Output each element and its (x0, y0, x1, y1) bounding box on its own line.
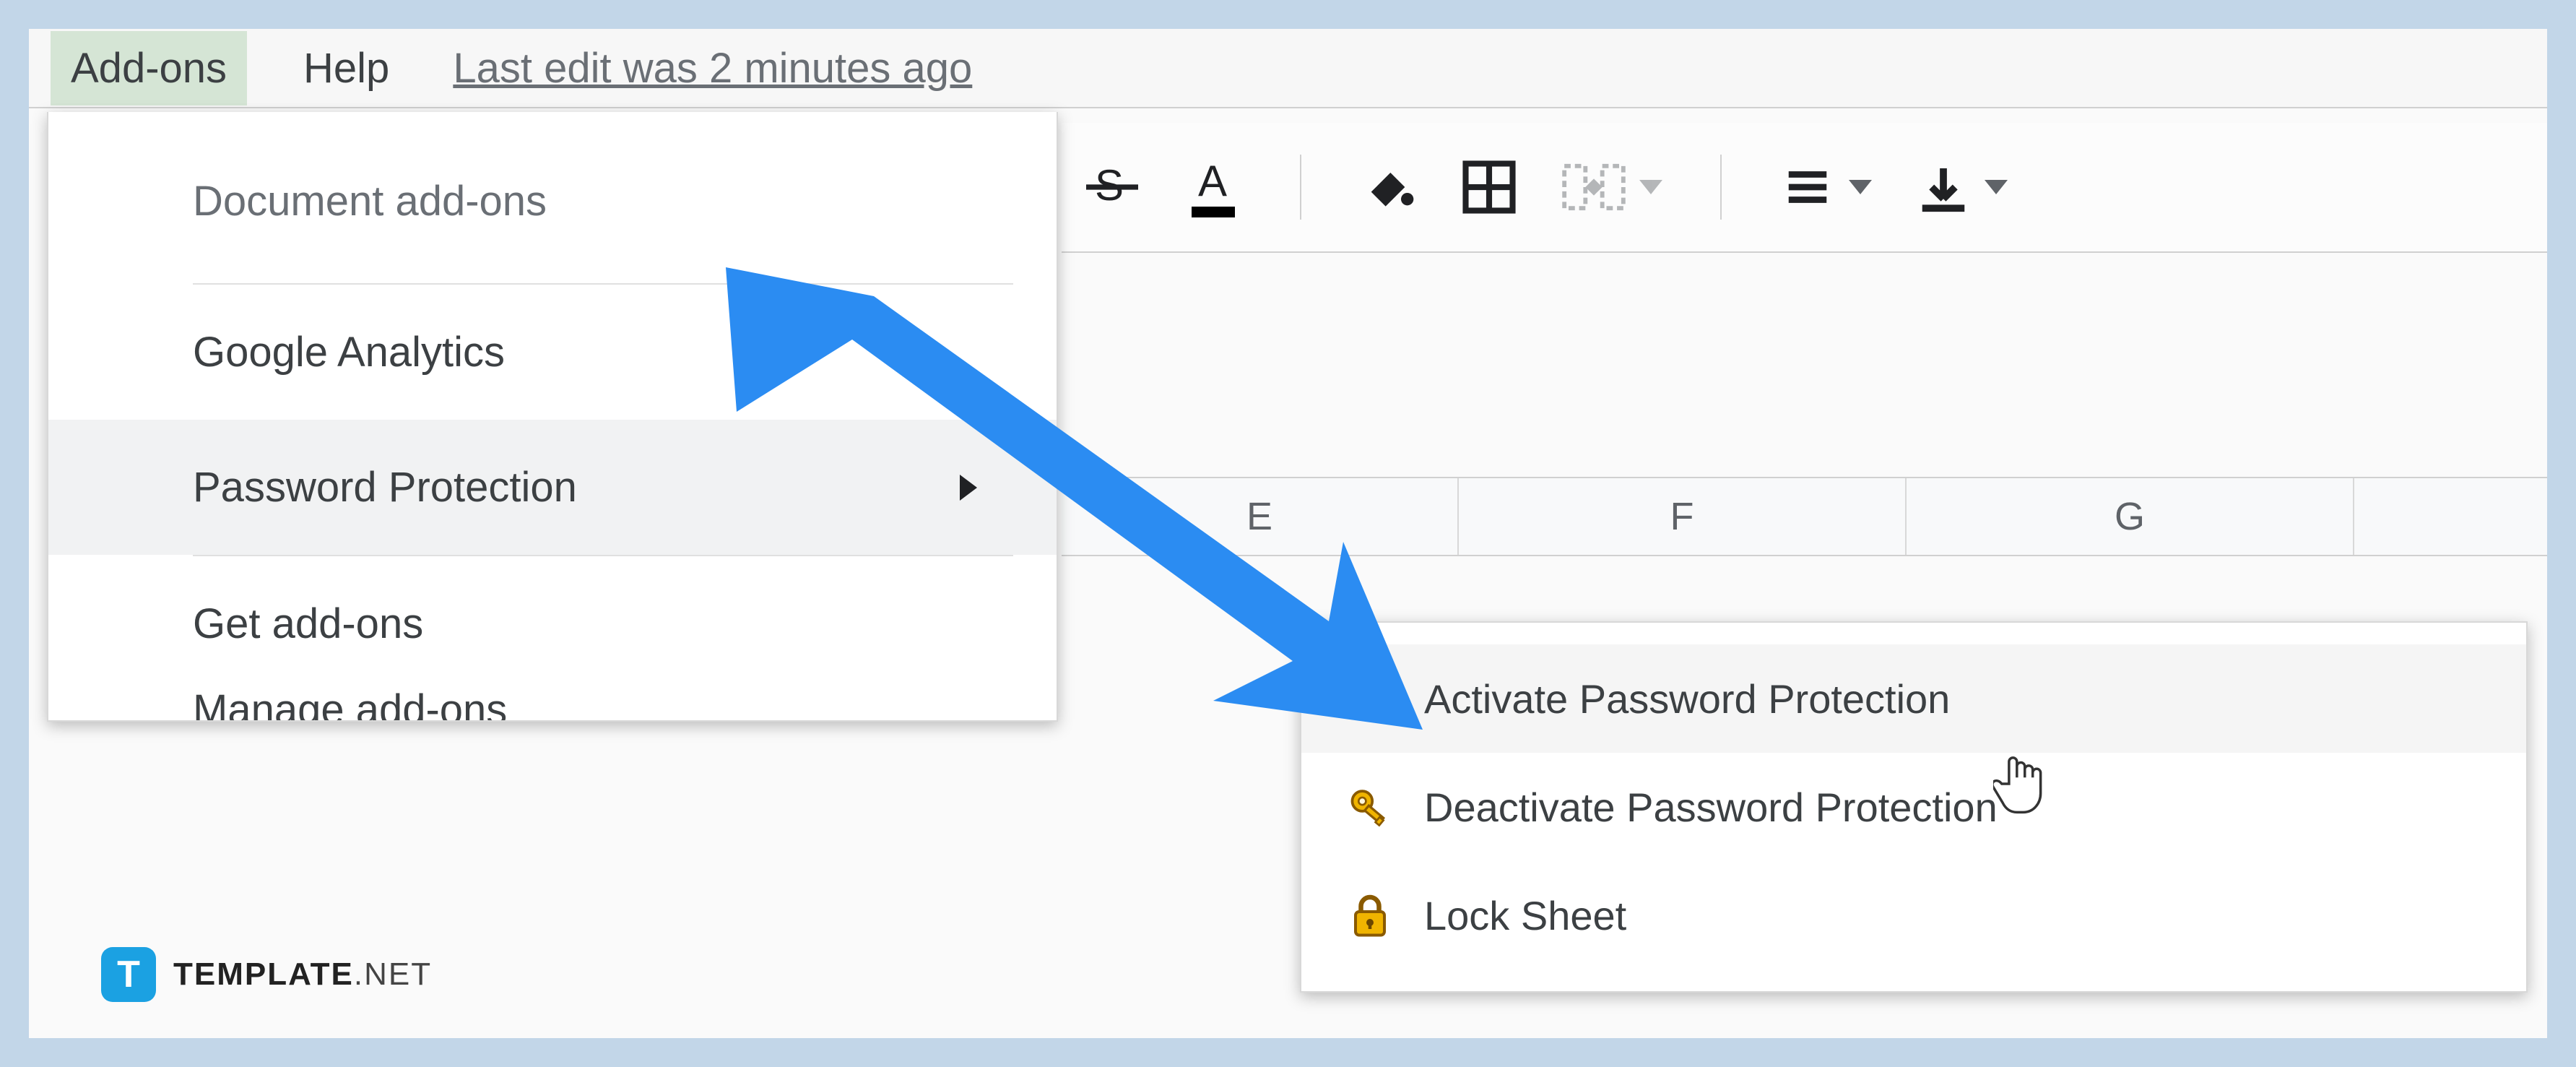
watermark-text: TEMPLATE.NET (173, 956, 432, 993)
svg-text:A: A (1198, 157, 1227, 205)
column-header-g[interactable]: G (1907, 478, 2354, 555)
menu-item-get-addons[interactable]: Get add-ons (48, 556, 1057, 691)
menu-item-label: Google Analytics (193, 328, 505, 376)
submenu-item-deactivate[interactable]: Deactivate Password Protection (1301, 753, 2526, 861)
key-icon (1345, 782, 1395, 832)
watermark-badge: T (101, 947, 156, 1002)
menu-item-google-analytics[interactable]: Google Analytics (48, 285, 1057, 420)
menu-help[interactable]: Help (283, 31, 409, 105)
menu-item-label: Manage add-ons (193, 691, 507, 720)
chevron-down-icon (1639, 180, 1662, 194)
column-header-f[interactable]: F (1459, 478, 1907, 555)
strikethrough-icon[interactable]: S (1083, 158, 1141, 216)
toolbar: S A (1062, 123, 2547, 253)
menubar: Add-ons Help Last edit was 2 minutes ago (29, 29, 2547, 108)
addons-dropdown: Document add-ons Google Analytics Passwo… (47, 112, 1058, 722)
password-protection-submenu: Activate Password Protection Deactivate … (1300, 621, 2528, 993)
horizontal-align-button[interactable] (1779, 162, 1872, 212)
toolbar-separator (1300, 155, 1301, 220)
submenu-item-lock-sheet[interactable]: Lock Sheet (1301, 861, 2526, 969)
watermark: T TEMPLATE.NET (101, 947, 432, 1002)
menu-addons[interactable]: Add-ons (51, 31, 247, 105)
submenu-item-label: Activate Password Protection (1424, 675, 1950, 722)
menu-item-label: Get add-ons (193, 600, 423, 648)
menu-item-password-protection[interactable]: Password Protection (48, 420, 1057, 555)
cursor-hand-icon (1993, 751, 2044, 816)
fill-color-icon[interactable] (1359, 158, 1417, 216)
submenu-item-label: Lock Sheet (1424, 892, 1626, 939)
menu-item-label: Password Protection (193, 463, 577, 511)
merge-cells-button[interactable] (1561, 162, 1662, 212)
column-header-e[interactable]: E (1062, 478, 1459, 555)
key-icon (1345, 673, 1395, 724)
column-headers: E F G (1062, 477, 2547, 556)
vertical-align-button[interactable] (1915, 159, 2008, 215)
submenu-item-activate[interactable]: Activate Password Protection (1301, 644, 2526, 753)
watermark-light: .NET (354, 956, 432, 992)
menu-item-manage-addons[interactable]: Manage add-ons (48, 691, 1057, 720)
toolbar-separator (1720, 155, 1722, 220)
lock-icon (1345, 890, 1395, 941)
chevron-down-icon (1985, 180, 2008, 194)
chevron-down-icon (1849, 180, 1872, 194)
watermark-bold: TEMPLATE (173, 956, 354, 992)
edit-status[interactable]: Last edit was 2 minutes ago (446, 44, 972, 92)
dropdown-section-header: Document add-ons (48, 112, 1057, 283)
submenu-item-label: Deactivate Password Protection (1424, 784, 1998, 831)
submenu-arrow-icon (960, 475, 977, 501)
text-color-icon[interactable]: A (1184, 158, 1242, 216)
borders-icon[interactable] (1460, 158, 1518, 216)
